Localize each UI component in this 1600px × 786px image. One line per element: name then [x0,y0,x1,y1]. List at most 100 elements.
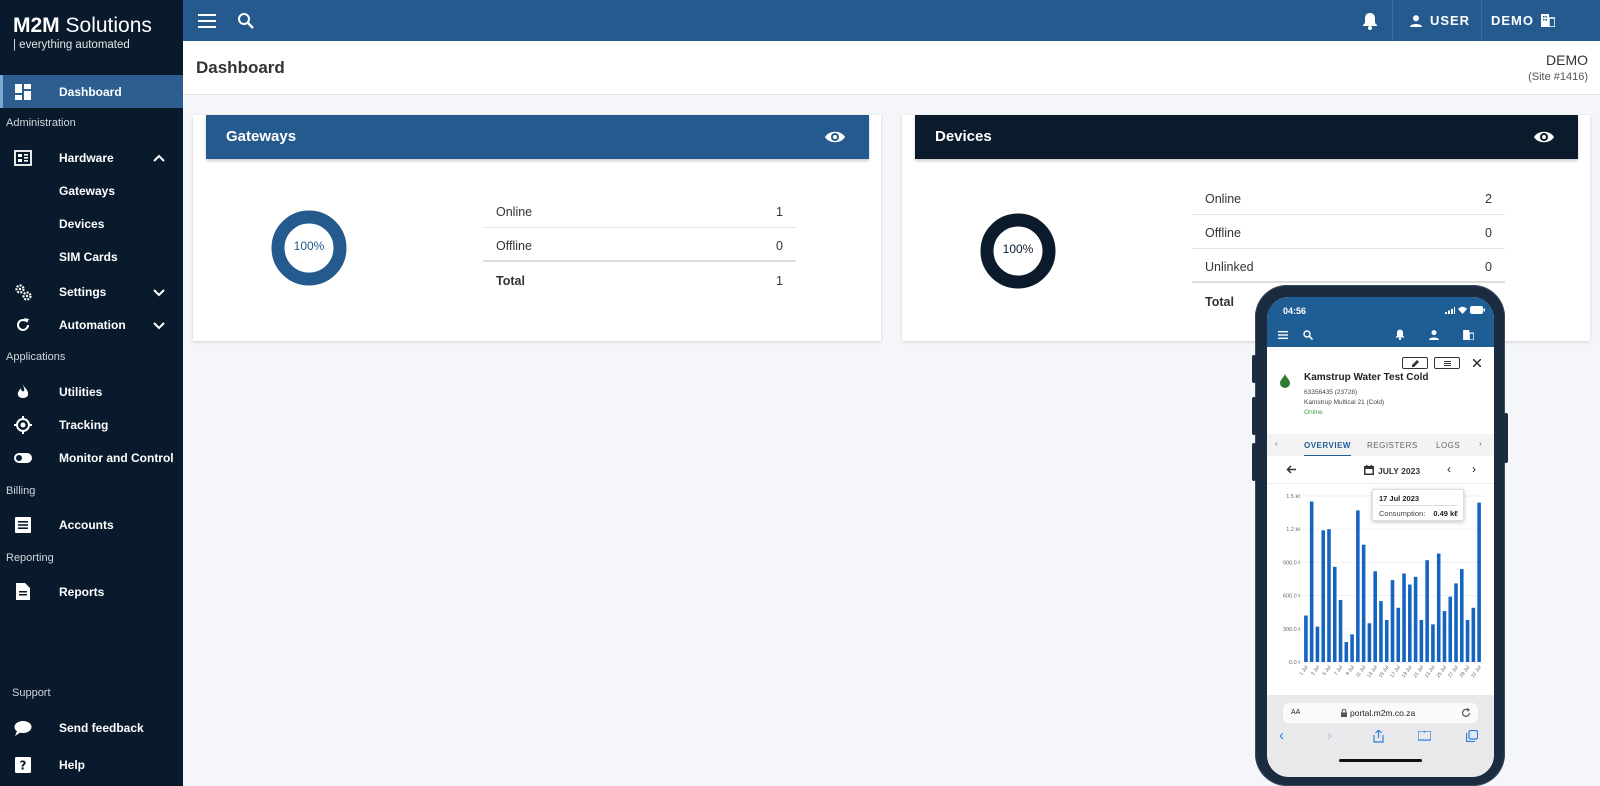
consumption-chart: 0.0 ℓ 300.0 ℓ 600.0 ℓ 900.0 ℓ 1.2 kℓ 1.5 kℓ 1 … [1267,485,1494,695]
chart-bar[interactable] [1465,619,1470,662]
prev-month-button[interactable]: ‹ [1447,462,1451,476]
chart-bar[interactable] [1356,510,1360,662]
x-tick-label: 19 Jul [1401,665,1414,679]
chart-bar[interactable] [1379,601,1383,662]
home-indicator [1339,759,1422,762]
sidebar-item-settings[interactable]: Settings [0,275,183,308]
eye-icon[interactable] [1534,128,1554,146]
chart-bar[interactable] [1373,571,1377,662]
chart-bar[interactable] [1309,501,1314,662]
menu-button[interactable] [193,0,221,41]
share-icon[interactable] [1373,730,1384,743]
sidebar-item-reports[interactable]: Reports [0,575,183,608]
sidebar-item-tracking[interactable]: Tracking [0,408,183,441]
chart-bar[interactable] [1350,634,1354,662]
chart-bar[interactable] [1367,623,1372,662]
chart-bar[interactable] [1315,626,1320,662]
notifications-button[interactable] [1355,0,1385,41]
menu-list-button[interactable] [1434,357,1460,369]
sidebar: M2M Solutions | everything automated Das… [0,0,183,786]
chart-bar[interactable] [1436,553,1441,662]
chart-bar[interactable] [1454,583,1458,662]
chart-bar[interactable] [1361,544,1366,662]
hamburger-icon[interactable] [1278,331,1288,339]
chart-bar[interactable] [1384,619,1389,662]
chart-bar[interactable] [1448,596,1453,662]
section-applications: Applications [6,351,66,363]
chart-bar[interactable] [1419,619,1424,662]
chevron-down-icon[interactable] [152,285,166,299]
user-menu-button[interactable]: USER [1405,0,1475,41]
chart-bar[interactable] [1442,611,1447,662]
x-tick-label: 21 Jul [1412,665,1425,679]
chart-bar[interactable] [1431,624,1435,662]
chart-bar[interactable] [1332,566,1337,662]
chat-bubble-icon [14,719,32,737]
sidebar-item-label: Dashboard [59,84,122,99]
tab-scroll-right[interactable]: › [1479,439,1482,448]
chart-bar[interactable] [1460,569,1464,662]
tooltip-date: 17 Jul 2023 [1379,494,1457,506]
close-icon[interactable] [1473,359,1481,367]
sidebar-item-help[interactable]: ? Help [0,748,183,781]
chart-bar[interactable] [1396,607,1401,662]
edit-button[interactable] [1402,357,1428,369]
section-reporting: Reporting [6,552,54,564]
brand-logo[interactable]: M2M Solutions | everything automated [13,14,152,51]
tab-registers[interactable]: REGISTERS [1367,441,1418,450]
tab-logs[interactable]: LOGS [1436,441,1460,450]
row-label: Unlinked [1205,260,1254,274]
sidebar-item-devices[interactable]: Devices [0,207,183,240]
site-selector-button[interactable]: DEMO [1490,0,1556,41]
url-field[interactable]: AA portal.m2m.co.za [1283,703,1478,723]
sidebar-item-monitor-and-control[interactable]: Monitor and Control [0,441,183,474]
search-button[interactable] [231,0,259,41]
chart-bar[interactable] [1408,584,1412,662]
chart-bar[interactable] [1425,560,1429,662]
chart-bar[interactable] [1344,642,1349,662]
sidebar-item-label: Reports [59,584,105,599]
browser-back-icon[interactable]: ‹ [1279,727,1284,744]
sidebar-item-utilities[interactable]: Utilities [0,375,183,408]
building-icon[interactable] [1463,330,1474,340]
chart-bar[interactable] [1390,580,1395,662]
sidebar-item-accounts[interactable]: Accounts [0,508,183,541]
devices-donut-chart: 100% [979,212,1057,290]
chart-bar[interactable] [1327,529,1331,662]
tabs-icon[interactable] [1466,730,1478,742]
bookmarks-icon[interactable] [1418,731,1431,741]
section-administration: Administration [6,117,76,129]
chart-bar[interactable] [1304,615,1308,662]
bell-icon[interactable] [1395,329,1405,340]
tab-scroll-left[interactable]: ‹ [1275,439,1278,448]
sidebar-item-send-feedback[interactable]: Send feedback [0,711,183,744]
device-name: Kamstrup Water Test Cold [1304,372,1429,383]
y-tick-label: 300.0 ℓ [1283,627,1300,633]
browser-forward-icon[interactable]: › [1327,727,1332,744]
search-icon[interactable] [1303,330,1313,340]
battery-icon [1470,306,1485,314]
month-label[interactable]: JULY 2023 [1378,466,1420,476]
chart-bar[interactable] [1471,607,1476,662]
eye-icon[interactable] [825,128,845,146]
chart-bar[interactable] [1338,600,1343,662]
text-size-button[interactable]: AA [1291,709,1300,716]
chart-bar[interactable] [1413,576,1418,662]
chevron-up-icon[interactable] [152,151,166,165]
next-month-button[interactable]: › [1472,462,1476,476]
chart-bar[interactable] [1477,502,1481,662]
devices-row-unlinked: Unlinked 0 [1192,249,1505,283]
sidebar-item-automation[interactable]: Automation [0,308,183,341]
chart-bar[interactable] [1321,530,1325,662]
reload-icon[interactable] [1461,708,1471,718]
list-icon [1444,361,1451,366]
back-arrow-icon[interactable] [1286,465,1296,474]
chevron-down-icon[interactable] [152,318,166,332]
person-icon[interactable] [1429,330,1439,340]
tab-overview[interactable]: OVERVIEW [1304,441,1351,456]
chart-bar[interactable] [1402,573,1406,662]
sidebar-item-hardware[interactable]: Hardware [0,141,183,174]
sidebar-item-gateways[interactable]: Gateways [0,174,183,207]
sidebar-item-sim-cards[interactable]: SIM Cards [0,240,183,273]
sidebar-item-dashboard[interactable]: Dashboard [0,75,183,108]
